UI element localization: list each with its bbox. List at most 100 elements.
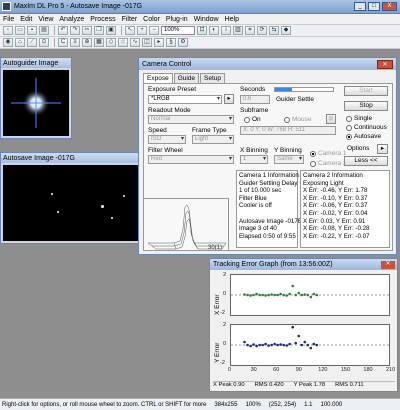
autoguider-image[interactable] <box>3 70 69 136</box>
histogram-icon[interactable]: ▥ <box>233 26 243 35</box>
zoom-out-icon[interactable]: − <box>149 26 159 35</box>
undo-icon[interactable]: ↶ <box>58 26 68 35</box>
deconvolve-icon[interactable]: ◇ <box>106 38 116 47</box>
menu-edit[interactable]: Edit <box>20 16 32 23</box>
close-button[interactable]: X <box>382 2 397 11</box>
save-icon[interactable]: ▪ <box>27 26 37 35</box>
frame-type-select[interactable]: Light <box>192 135 234 144</box>
open-folder-icon[interactable]: ▭ <box>15 26 25 35</box>
menu-help[interactable]: Help <box>225 16 239 23</box>
y-binning-select[interactable]: Same <box>274 155 304 164</box>
crop-icon[interactable]: ⌗ <box>245 26 255 35</box>
cut-icon[interactable]: ✂ <box>82 26 92 35</box>
profile-mesh <box>147 204 227 250</box>
plot-icon[interactable]: ∿ <box>130 38 140 47</box>
stack-icon[interactable]: ≡ <box>70 38 80 47</box>
y-peak-value: Y Peak 1.78 <box>293 382 326 388</box>
tab-expose[interactable]: Expose <box>143 73 173 83</box>
paste-icon[interactable]: ▣ <box>106 26 116 35</box>
readout-mode-label: Readout Mode <box>148 107 191 114</box>
copy-icon[interactable]: ❐ <box>94 26 104 35</box>
camera-control-window[interactable]: Camera Control ✕ Expose Guide Setup Expo… <box>138 57 397 255</box>
menu-process[interactable]: Process <box>90 16 115 23</box>
statusbar: Right-click for options, or roll mouse w… <box>0 398 400 410</box>
menu-analyze[interactable]: Analyze <box>59 16 84 23</box>
flip-icon[interactable]: ⇆ <box>269 26 279 35</box>
mode-continuous-radio[interactable]: Continuous <box>346 124 387 131</box>
settings-icon[interactable]: ⚙ <box>178 38 188 47</box>
options-dropdown-button[interactable]: ▸ <box>377 144 388 154</box>
autoguider-titlebar[interactable]: Autoguider Image <box>1 58 71 68</box>
pointer-icon[interactable]: ↖ <box>125 26 135 35</box>
minimize-button[interactable]: _ <box>354 2 366 11</box>
camera1-radio[interactable]: Camera 1 <box>310 150 347 157</box>
photometry-icon[interactable]: ☆ <box>118 38 128 47</box>
align-icon[interactable]: ⊕ <box>82 38 92 47</box>
subframe-mouse-checkbox[interactable]: Mouse <box>284 116 312 123</box>
y-error-point <box>309 346 313 350</box>
color-icon[interactable]: ◆ <box>281 26 291 35</box>
readout-mode-select[interactable]: Normal <box>148 115 234 124</box>
screen-stretch-icon[interactable]: ◐ <box>209 26 219 35</box>
subframe-on-checkbox[interactable]: On <box>244 116 261 123</box>
information-icon[interactable]: i <box>221 26 231 35</box>
observatory-icon[interactable]: ⌂ <box>15 38 25 47</box>
time-tick-label: 150 <box>340 367 351 373</box>
zoom-select[interactable]: 100% <box>161 26 195 35</box>
start-button[interactable]: Start <box>344 86 388 96</box>
filter-icon[interactable]: ▦ <box>94 38 104 47</box>
script-icon[interactable]: § <box>166 38 176 47</box>
stop-button[interactable]: Stop <box>344 101 388 111</box>
tracking-graph-title: Tracking Error Graph (from 13:56:00Z) <box>213 261 333 268</box>
camera-control-titlebar[interactable]: Camera Control ✕ <box>139 58 396 70</box>
camera2-radio[interactable]: Camera 2 <box>310 160 347 167</box>
tab-setup[interactable]: Setup <box>200 73 226 83</box>
camera-control-close-button[interactable]: ✕ <box>377 59 393 69</box>
autoguider-window[interactable]: Autoguider Image <box>0 57 72 139</box>
filter-select[interactable]: Red <box>148 155 234 164</box>
exposure-preset-select[interactable]: *LRGB <box>148 95 222 104</box>
status-cursor: (252, 254) <box>268 401 297 408</box>
blink-icon[interactable]: ◫ <box>142 38 152 47</box>
maximize-button[interactable]: □ <box>368 2 380 11</box>
x-binning-select[interactable]: 1 <box>240 155 268 164</box>
zoom-in-icon[interactable]: + <box>137 26 147 35</box>
menubar: File Edit View Analyze Process Filter Co… <box>0 14 400 25</box>
menu-plugin[interactable]: Plug-in <box>166 16 188 23</box>
subframe-full-button[interactable]: ⊞ <box>326 114 336 124</box>
less-button[interactable]: Less << <box>344 156 388 166</box>
speed-select[interactable]: ISO <box>148 135 186 144</box>
focuser-icon[interactable]: ⊙ <box>39 38 49 47</box>
sequence-icon[interactable]: ▸ <box>154 38 164 47</box>
menu-filter[interactable]: Filter <box>122 16 138 23</box>
menu-file[interactable]: File <box>3 16 14 23</box>
time-tick-label: 60 <box>273 367 280 373</box>
menu-color[interactable]: Color <box>143 16 160 23</box>
tracking-graph-close-button[interactable]: ✕ <box>381 260 395 269</box>
camera-control-icon[interactable]: ◉ <box>3 38 13 47</box>
y-error-point <box>288 342 291 346</box>
y-error-point <box>246 343 249 347</box>
subframe-label: Subframe <box>240 107 269 114</box>
tracking-graph-titlebar[interactable]: Tracking Error Graph (from 13:56:00Z) ✕ <box>210 259 397 270</box>
new-file-icon[interactable]: ▫ <box>3 26 13 35</box>
mode-autosave-radio[interactable]: Autosave <box>346 133 381 140</box>
tracking-error-graph-window[interactable]: Tracking Error Graph (from 13:56:00Z) ✕ … <box>209 258 398 392</box>
y-error-point <box>312 342 316 346</box>
guide-star-image <box>11 78 61 128</box>
x-error-point <box>246 293 249 297</box>
telescope-icon[interactable]: ⟋ <box>27 38 37 47</box>
rotate-icon[interactable]: ⟳ <box>257 26 267 35</box>
seconds-input[interactable]: 0.6 <box>240 95 270 104</box>
calibrate-icon[interactable]: C <box>58 38 68 47</box>
menu-view[interactable]: View <box>38 16 53 23</box>
menu-window[interactable]: Window <box>194 16 219 23</box>
print-icon[interactable]: ▤ <box>39 26 49 35</box>
tab-guide[interactable]: Guide <box>173 73 200 83</box>
mode-single-radio[interactable]: Single <box>346 115 372 122</box>
options-label[interactable]: Options <box>347 145 369 152</box>
y-rms-value: RMS 0.711 <box>335 382 364 388</box>
fit-icon[interactable]: ⊡ <box>197 26 207 35</box>
preset-options-button[interactable]: ▸ <box>224 94 234 104</box>
redo-icon[interactable]: ↷ <box>70 26 80 35</box>
